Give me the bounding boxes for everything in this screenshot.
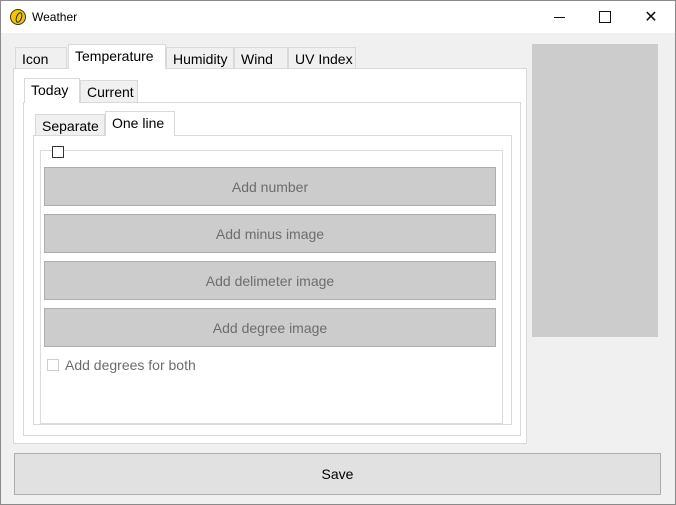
app-icon — [10, 9, 26, 25]
close-button[interactable]: ✕ — [628, 1, 674, 33]
minimize-button[interactable] — [536, 1, 582, 33]
tab-current[interactable]: Current — [80, 80, 138, 102]
close-icon: ✕ — [644, 9, 658, 26]
add-delimeter-image-button[interactable]: Add delimeter image — [44, 261, 496, 300]
add-minus-image-button[interactable]: Add minus image — [44, 214, 496, 253]
maximize-button[interactable] — [582, 1, 628, 33]
tab-humidity[interactable]: Humidity — [166, 47, 234, 69]
tab-uv-index[interactable]: UV Index — [288, 47, 356, 69]
save-button[interactable]: Save — [14, 453, 661, 495]
tab-separate[interactable]: Separate — [35, 114, 105, 136]
maximize-icon — [599, 11, 611, 23]
minimize-icon — [553, 16, 565, 18]
title-bar: Weather ✕ — [1, 1, 675, 33]
window-title: Weather — [32, 10, 78, 24]
add-number-button[interactable]: Add number — [44, 167, 496, 206]
add-degree-image-button[interactable]: Add degree image — [44, 308, 496, 347]
tab-wind[interactable]: Wind — [234, 47, 288, 69]
tab-temperature[interactable]: Temperature — [68, 44, 166, 69]
add-degrees-both-checkbox[interactable] — [47, 359, 59, 371]
tab-icon[interactable]: Icon — [15, 47, 67, 69]
preview-area — [532, 44, 658, 337]
tab-one-line[interactable]: One line — [105, 111, 175, 136]
add-degrees-both-label: Add degrees for both — [65, 357, 196, 373]
tab-today[interactable]: Today — [24, 78, 80, 103]
group-enable-checkbox[interactable] — [52, 146, 64, 158]
